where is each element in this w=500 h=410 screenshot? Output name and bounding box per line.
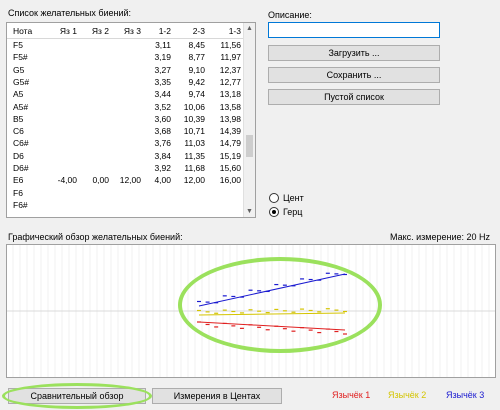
scroll-up-icon[interactable]: ▲ <box>244 23 255 34</box>
radio-hertz[interactable] <box>269 207 279 217</box>
table-cell: 3,60 <box>154 113 171 124</box>
col-reed1[interactable]: Яз 1 <box>47 26 77 36</box>
table-header: Нота Яз 1 Яз 2 Яз 3 1-2 2-3 1-3 <box>7 23 245 39</box>
table-cell: 9,74 <box>188 89 205 100</box>
annotation-ellipse-button <box>2 383 152 409</box>
table-cell: 12,37 <box>219 64 241 75</box>
table-cell: 9,42 <box>188 76 205 87</box>
table-cell: 14,79 <box>219 138 241 149</box>
table-cell: D6# <box>13 163 29 173</box>
wish-list-label: Список желательных биений: <box>8 8 132 18</box>
annotation-ellipse <box>178 257 382 353</box>
table-cell: 3,52 <box>154 101 171 112</box>
table-cell: 11,56 <box>220 40 241 50</box>
table-row[interactable]: D6 3,84 11,35 15,19 <box>7 150 245 162</box>
table-row[interactable]: F6 <box>7 187 245 199</box>
table-row[interactable]: B5 3,60 10,39 13,98 <box>7 113 245 125</box>
table-row[interactable]: G5# 3,35 9,42 12,77 <box>7 76 245 88</box>
table-row[interactable]: E6 -4,00 0,00 12,00 4,00 12,00 16,00 <box>7 174 245 186</box>
table-row[interactable]: F6# <box>7 199 245 211</box>
table-row[interactable]: A5 3,44 9,74 13,18 <box>7 88 245 100</box>
col-note[interactable]: Нота <box>13 26 43 36</box>
table-cell: 3,35 <box>154 76 171 87</box>
table-cell: 3,19 <box>154 52 171 63</box>
legend-reed2: Язычёк 2 <box>388 390 427 400</box>
table-cell: 3,68 <box>154 126 171 137</box>
table-cell: A5# <box>13 101 29 112</box>
table-cell: 11,35 <box>184 150 205 161</box>
col-1-3[interactable]: 1-3 <box>209 26 241 36</box>
radio-selected-dot <box>272 210 276 214</box>
table-cell: 13,58 <box>219 101 241 112</box>
scroll-thumb[interactable] <box>246 135 253 157</box>
col-reed3[interactable]: Яз 3 <box>111 26 141 36</box>
table-cell: 10,39 <box>183 113 205 124</box>
table-row[interactable]: A5# 3,52 10,06 13,58 <box>7 101 245 113</box>
table-cell: 14,39 <box>219 126 241 137</box>
table-cell: G5 <box>13 64 25 75</box>
table-cell: 9,10 <box>188 64 205 75</box>
load-button[interactable]: Загрузить ... <box>268 45 440 61</box>
col-reed2[interactable]: Яз 2 <box>79 26 109 36</box>
table-row[interactable]: G5 3,27 9,10 12,37 <box>7 64 245 76</box>
scroll-down-icon[interactable]: ▼ <box>244 206 255 217</box>
table-row[interactable]: C6# 3,76 11,03 14,79 <box>7 137 245 149</box>
table-cell: F6# <box>13 199 28 210</box>
table-cell: 12,00 <box>183 175 205 186</box>
description-input[interactable] <box>268 22 440 38</box>
radio-cent[interactable] <box>269 193 279 203</box>
table-cell: 11,68 <box>184 163 205 173</box>
table-row[interactable]: F5# 3,19 8,77 11,97 <box>7 51 245 63</box>
table-cell: F5# <box>13 52 28 63</box>
table-cell: 13,18 <box>219 89 241 100</box>
table-cell: 15,60 <box>219 163 241 173</box>
table-row[interactable]: D6# 3,92 11,68 15,60 <box>7 162 245 174</box>
radio-hertz-label: Герц <box>283 207 303 217</box>
table-cell: 0,00 <box>92 175 109 186</box>
max-measure-label: Макс. измерение: 20 Hz <box>389 232 490 242</box>
table-cell: 16,00 <box>219 175 241 186</box>
table-cell: D6 <box>13 150 24 161</box>
table-cell: 3,27 <box>154 64 171 75</box>
table-cell: 15,19 <box>219 150 241 161</box>
table-cell: 12,00 <box>119 175 141 186</box>
beats-table[interactable]: Нота Яз 1 Яз 2 Яз 3 1-2 2-3 1-3 F5 3,11 8,… <box>6 22 256 218</box>
table-cell: 10,71 <box>183 126 205 137</box>
table-cell: 12,77 <box>219 76 241 87</box>
table-row[interactable]: C6 3,68 10,71 14,39 <box>7 125 245 137</box>
table-cell: F5 <box>13 40 23 50</box>
graph-label: Графический обзор желательных биений: <box>8 232 183 242</box>
table-cell: F6 <box>13 187 23 198</box>
empty-list-button[interactable]: Пустой список <box>268 89 440 105</box>
table-cell: 8,45 <box>188 40 205 50</box>
table-cell: 3,84 <box>154 150 171 161</box>
cents-button[interactable]: Измерения в Центах <box>152 388 282 404</box>
table-cell: C6 <box>13 126 24 137</box>
table-cell: 11,03 <box>184 138 205 149</box>
col-2-3[interactable]: 2-3 <box>175 26 205 36</box>
description-label: Описание: <box>268 10 312 20</box>
table-cell: 3,92 <box>154 163 171 173</box>
table-cell: E6 <box>13 175 24 186</box>
col-1-2[interactable]: 1-2 <box>143 26 171 36</box>
table-cell: 3,44 <box>154 89 171 100</box>
legend-reed1: Язычёк 1 <box>332 390 371 400</box>
save-button[interactable]: Сохранить ... <box>268 67 440 83</box>
table-row[interactable]: F5 3,11 8,45 11,56 <box>7 39 245 51</box>
table-cell: 13,98 <box>219 113 241 124</box>
table-cell: 11,97 <box>220 52 241 63</box>
table-cell: B5 <box>13 113 24 124</box>
table-cell: 3,76 <box>154 138 171 149</box>
table-cell: G5# <box>13 76 30 87</box>
table-cell: -4,00 <box>57 175 77 186</box>
legend-reed3: Язычёк 3 <box>446 390 485 400</box>
table-cell: 10,06 <box>183 101 205 112</box>
table-cell: A5 <box>13 89 24 100</box>
table-cell: C6# <box>13 138 29 149</box>
table-cell: 4,00 <box>154 175 171 186</box>
table-cell: 8,77 <box>188 52 205 63</box>
table-cell: 3,11 <box>155 40 171 50</box>
radio-cent-label: Цент <box>283 193 304 203</box>
table-scrollbar[interactable]: ▲ ▼ <box>243 23 255 217</box>
